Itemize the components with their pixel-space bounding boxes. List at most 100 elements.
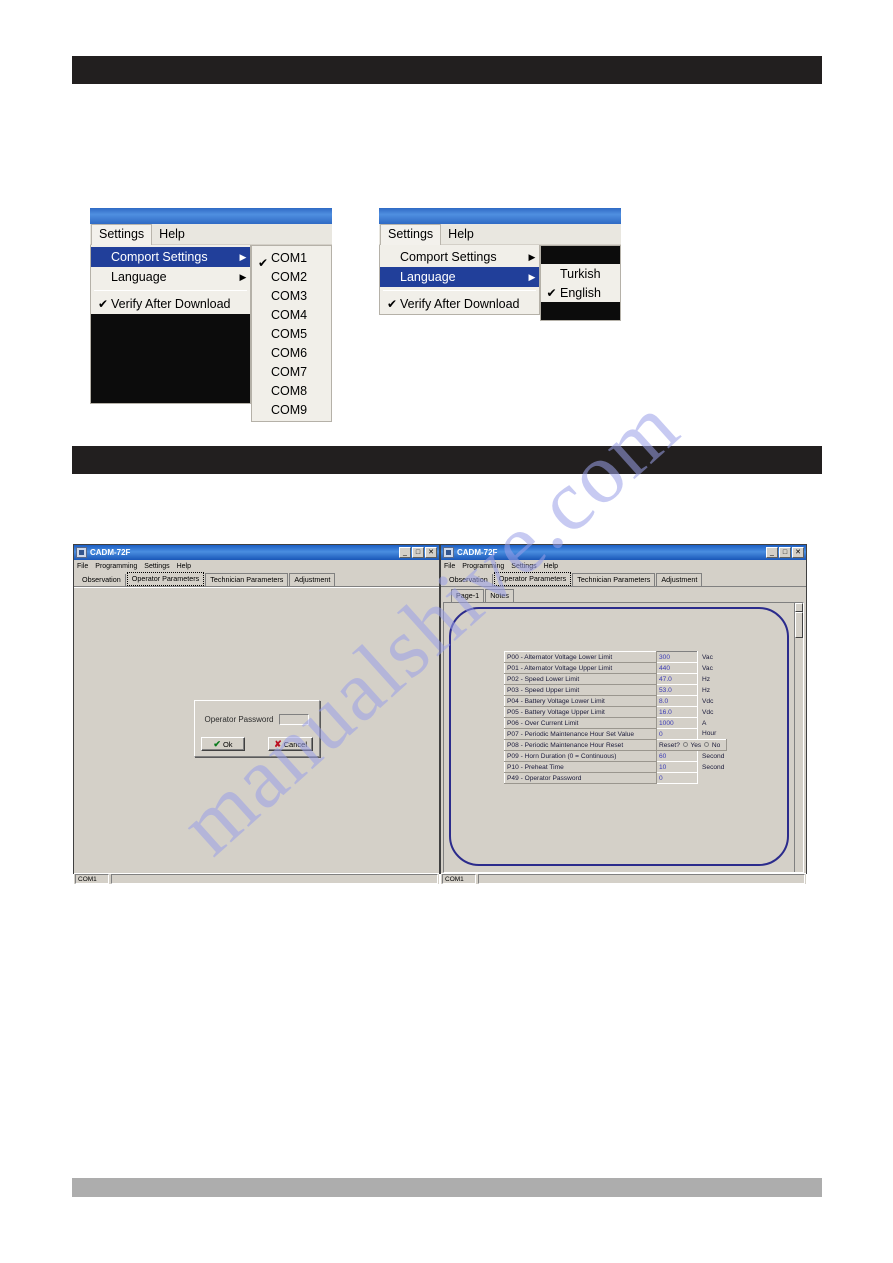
table-row[interactable]: P01 - Alternator Voltage Upper Limit 440… [504,662,727,674]
chevron-right-icon: ▶ [528,251,536,262]
submenu-item-com9[interactable]: COM9 [252,400,331,419]
tab-observation[interactable]: Observation [78,574,126,586]
table-row[interactable]: P05 - Battery Voltage Upper Limit 16.0 V… [504,706,727,718]
tab-technician-parameters[interactable]: Technician Parameters [572,573,656,586]
param-value[interactable]: 300 [656,651,698,663]
scroll-up-arrow[interactable] [795,603,803,612]
tab-observation[interactable]: Observation [445,574,493,586]
scroll-thumb[interactable] [795,612,803,638]
menu-item-verify-after-download[interactable]: ✔ Verify After Download [380,294,539,314]
maximize-button[interactable]: □ [779,547,791,558]
language-submenu: Turkish ✔ English [540,245,621,321]
param-name: P05 - Battery Voltage Upper Limit [504,706,657,718]
menu-item-language[interactable]: Language ▶ [380,267,539,287]
submenu-item-com4[interactable]: COM4 [252,305,331,324]
param-value[interactable]: 53.0 [656,684,698,696]
tab-adjustment[interactable]: Adjustment [656,573,703,586]
menu-settings[interactable]: Settings [144,563,169,570]
table-row[interactable]: P10 - Preheat Time 10 Second [504,761,727,773]
subtab-page-1[interactable]: Page-1 [451,589,485,602]
submenu-item-com7[interactable]: COM7 [252,362,331,381]
client-area: P00 - Alternator Voltage Lower Limit 300… [443,602,804,873]
window-title: CADM-72F [90,548,131,557]
menu-help[interactable]: Help [544,563,558,570]
param-value[interactable]: 16.0 [656,706,698,718]
table-row[interactable]: P06 - Over Current Limit 1000 A [504,717,727,729]
submenu-item-turkish[interactable]: Turkish [541,264,620,283]
param-radio-group[interactable]: Reset? Yes No [656,739,727,751]
param-unit: Vdc [702,697,714,705]
tab-technician-parameters[interactable]: Technician Parameters [205,573,289,586]
menu-help[interactable]: Help [441,225,481,244]
table-row[interactable]: P08 - Periodic Maintenance Hour Reset Re… [504,739,727,751]
radio-yes-icon[interactable] [682,742,688,748]
tab-adjustment[interactable]: Adjustment [289,573,336,586]
submenu-item-english[interactable]: ✔ English [541,283,620,302]
table-row[interactable]: P00 - Alternator Voltage Lower Limit 300… [504,651,727,663]
cancel-button[interactable]: ✘ Cancel [268,737,313,751]
param-unit: Vdc [702,708,714,716]
menu-redaction-block [91,314,250,403]
app-icon [443,547,454,558]
table-row[interactable]: P03 - Speed Upper Limit 53.0 Hz [504,684,727,696]
menu-file[interactable]: File [444,563,455,570]
chevron-right-icon: ▶ [528,271,536,282]
param-unit: Second [702,752,725,760]
param-value[interactable]: 0 [656,772,698,784]
submenu-item-label: COM8 [271,383,308,398]
operator-password-input[interactable] [279,714,310,725]
menu-help[interactable]: Help [177,563,191,570]
tab-operator-parameters[interactable]: Operator Parameters [126,572,205,586]
submenu-item-label: English [560,285,601,300]
table-row[interactable]: P07 - Periodic Maintenance Hour Set Valu… [504,728,727,740]
menu-programming[interactable]: Programming [95,563,137,570]
submenu-item-com3[interactable]: COM3 [252,286,331,305]
ok-button[interactable]: ✔ Ok [201,737,245,751]
radio-no-icon[interactable] [704,742,710,748]
tab-operator-parameters[interactable]: Operator Parameters [493,572,572,586]
ok-button-label: Ok [222,739,233,749]
param-value[interactable]: 10 [656,761,698,773]
param-value[interactable]: 1000 [656,717,698,729]
table-row[interactable]: P02 - Speed Lower Limit 47.0 Hz [504,673,727,685]
param-unit: Hz [702,675,711,683]
param-value[interactable]: 440 [656,662,698,674]
chevron-right-icon: ▶ [239,271,247,282]
menu-item-verify-after-download[interactable]: ✔ Verify After Download [91,294,250,314]
submenu-item-com5[interactable]: COM5 [252,324,331,343]
param-value[interactable]: 47.0 [656,673,698,685]
menu-settings[interactable]: Settings [91,224,153,245]
client-area: Operator Password ✔ Ok ✘ Cancel [74,587,439,873]
menu-separator [94,290,247,291]
subtab-notes[interactable]: Notes [485,589,514,602]
submenu-redaction-top [541,246,620,264]
close-button[interactable]: ✕ [792,547,804,558]
submenu-item-com6[interactable]: COM6 [252,343,331,362]
menu-help[interactable]: Help [152,225,192,244]
sub-tab-strip: Page-1 Notes [441,587,806,602]
menu-file[interactable]: File [77,563,88,570]
menu-programming[interactable]: Programming [462,563,504,570]
menu-item-label: Language [400,270,456,284]
menu-settings[interactable]: Settings [380,224,442,245]
table-row[interactable]: P04 - Battery Voltage Lower Limit 8.0 Vd… [504,695,727,707]
table-row[interactable]: P49 - Operator Password 0 [504,772,727,784]
table-row[interactable]: P09 - Horn Duration (0 = Continuous) 60 … [504,750,727,762]
param-value[interactable]: 8.0 [656,695,698,707]
app-window-left: CADM-72F _ □ ✕ File Programming Settings… [73,544,440,884]
maximize-button[interactable]: □ [412,547,424,558]
param-value[interactable]: 60 [656,750,698,762]
vertical-scrollbar[interactable] [794,603,803,872]
dialog-buttons: ✔ Ok ✘ Cancel [195,737,319,751]
menu-settings[interactable]: Settings [511,563,536,570]
submenu-item-com8[interactable]: COM8 [252,381,331,400]
minimize-button[interactable]: _ [399,547,411,558]
minimize-button[interactable]: _ [766,547,778,558]
close-button[interactable]: ✕ [425,547,437,558]
menu-item-comport-settings[interactable]: Comport Settings ▶ [91,247,250,267]
menu-item-label: Language [111,270,167,284]
menu-item-language[interactable]: Language ▶ [91,267,250,287]
param-value[interactable]: 0 [656,728,698,740]
operator-password-label: Operator Password [204,715,274,724]
menu-item-comport-settings[interactable]: Comport Settings ▶ [380,247,539,267]
